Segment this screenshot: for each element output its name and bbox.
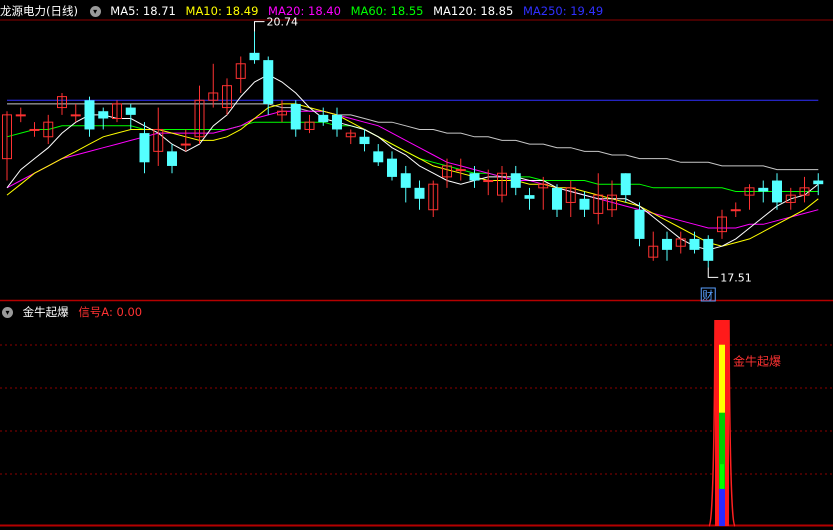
candle-body-down (373, 151, 384, 163)
candle-body-down (758, 187, 769, 192)
candle-body-down (414, 187, 425, 199)
candle-body-up (15, 114, 26, 117)
ma10-value: MA10: 18.49 (185, 4, 259, 18)
ma5-value: MA5: 18.71 (110, 4, 176, 18)
candle-body-down (510, 173, 521, 188)
ma20-value: MA20: 18.40 (268, 4, 341, 18)
candle-body-up (455, 169, 466, 172)
candle-body-down (579, 198, 590, 210)
ma250-value: MA250: 19.49 (522, 4, 604, 18)
candle-body-down (318, 114, 329, 123)
candle-body-down (263, 60, 274, 104)
candle-body-down (98, 111, 109, 119)
candle-body-down (167, 151, 177, 166)
candle-body-down (662, 238, 672, 250)
candle-body-down (359, 136, 370, 145)
financial-report-badge-text: 财 (702, 288, 713, 302)
candle-body-down (139, 133, 150, 163)
ma120-value: MA120: 18.85 (433, 4, 514, 18)
candle-body-down (84, 100, 95, 130)
stock-title[interactable]: 龙源电力(日线) (0, 4, 78, 18)
candle-body-up (730, 209, 741, 212)
candle-body-down (813, 180, 824, 185)
indicator-name[interactable]: 金牛起爆 (23, 305, 69, 319)
sub-indicator-toggle-icon[interactable]: ▾ (2, 307, 13, 318)
candle-body-up (483, 180, 494, 183)
low-price-label: 17.51 (720, 271, 752, 284)
candle-body-down (524, 195, 535, 199)
candle-body-down (689, 238, 700, 250)
candle-body-down (290, 103, 301, 130)
candle-body-down (332, 114, 342, 130)
kline-chart[interactable]: 20.7417.51财金牛起爆 (0, 0, 833, 530)
candle-body-down (125, 107, 136, 115)
signal-label: 金牛起爆 (733, 353, 781, 368)
candle-body-down (620, 173, 631, 196)
candle-body-down (249, 52, 260, 61)
candle-body-down (552, 187, 562, 210)
candle-body-up (70, 114, 81, 117)
candle-body-down (634, 209, 645, 239)
candle-body-down (400, 173, 411, 188)
main-header: 龙源电力(日线) ▾ MA5: 18.71 MA10: 18.49 MA20: … (0, 2, 609, 20)
signal-bar-blue (719, 488, 725, 526)
sub-header: ▾ 金牛起爆 信号A: 0.00 (0, 303, 148, 321)
main-indicator-toggle-icon[interactable]: ▾ (89, 6, 101, 17)
candle-body-down (703, 238, 714, 261)
candle-body-up (29, 128, 40, 131)
candle-body-down (772, 180, 782, 203)
candle-body-down (387, 158, 397, 177)
ma60-value: MA60: 18.55 (350, 4, 424, 18)
candle-body-down (469, 173, 480, 181)
signal-value: 信号A: 0.00 (78, 305, 143, 319)
candle-body-up (180, 143, 191, 146)
